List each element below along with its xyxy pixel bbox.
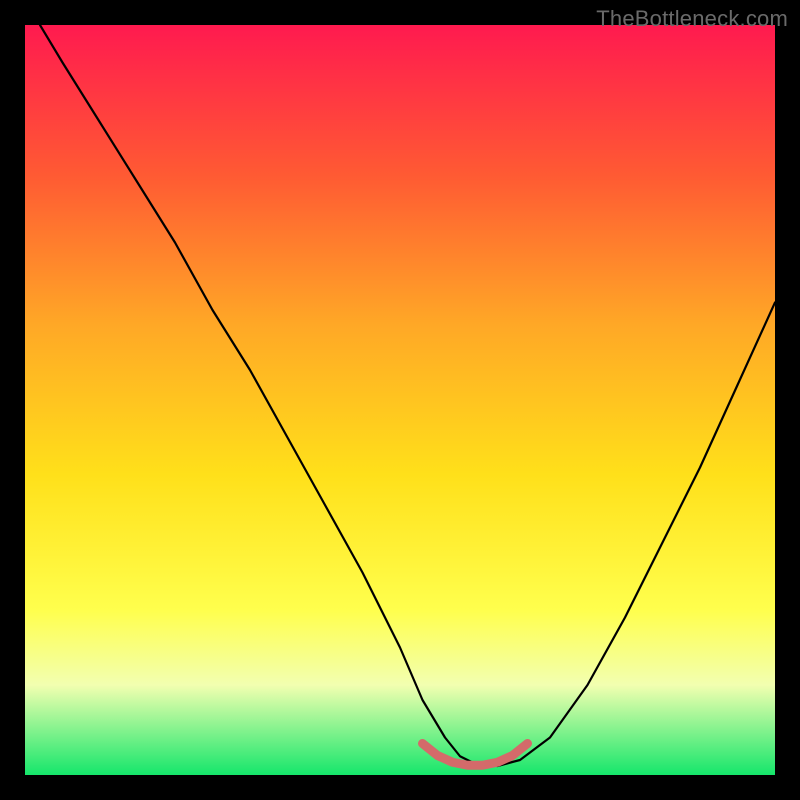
watermark-text: TheBottleneck.com: [596, 6, 788, 32]
chart-frame: TheBottleneck.com: [0, 0, 800, 800]
plot-area: [25, 25, 775, 775]
plot-svg: [25, 25, 775, 775]
gradient-background: [25, 25, 775, 775]
